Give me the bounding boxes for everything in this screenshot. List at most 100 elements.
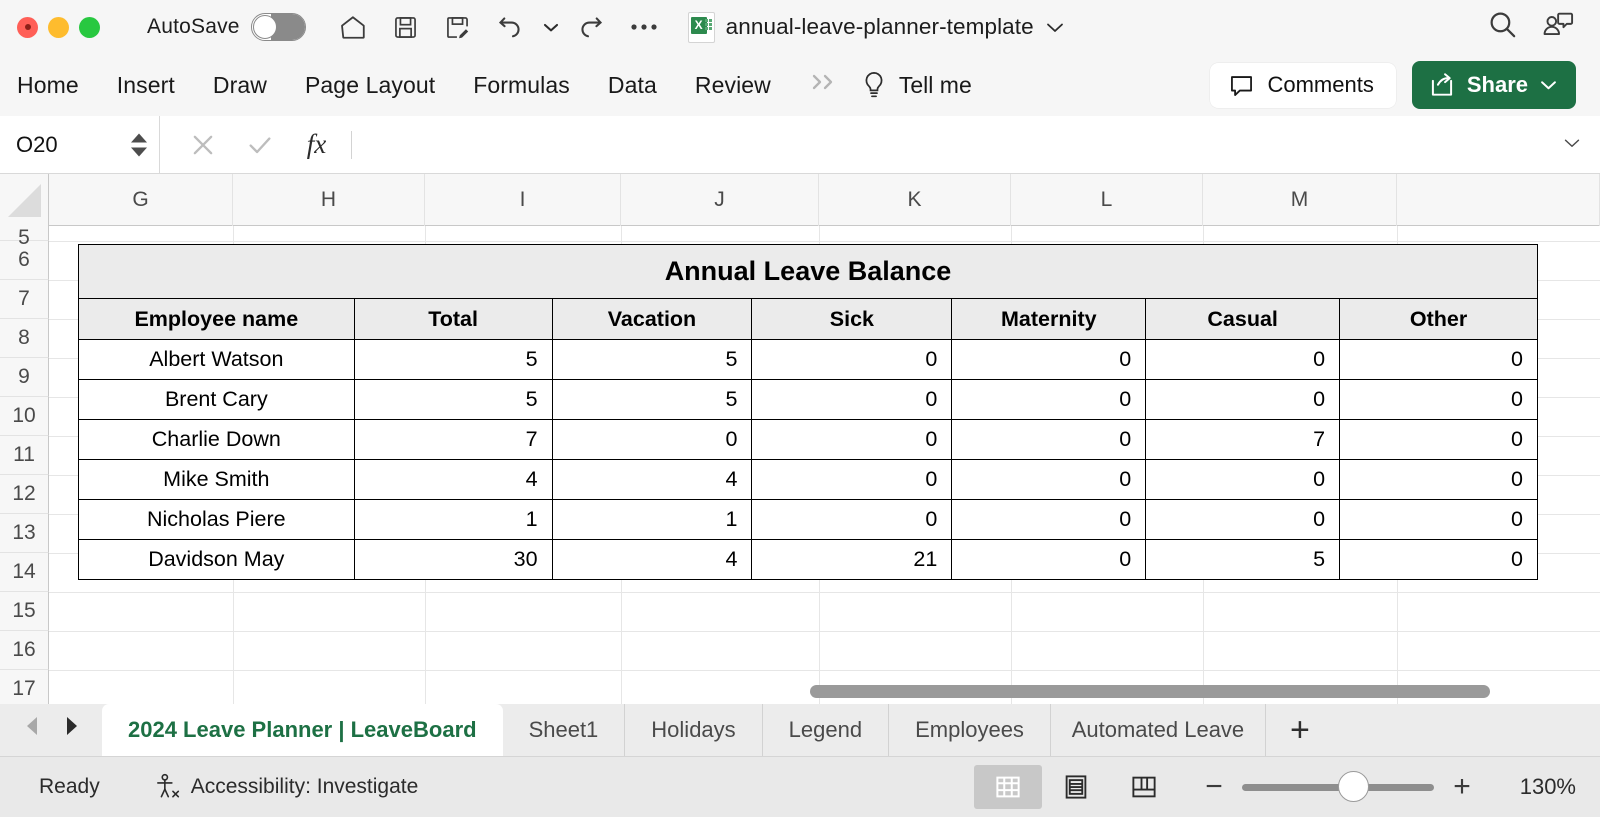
tab-formulas[interactable]: Formulas <box>473 68 570 103</box>
cell-total[interactable]: 5 <box>353 379 553 420</box>
save-as-icon[interactable] <box>432 5 484 49</box>
row-header-13[interactable]: 13 <box>0 514 49 553</box>
cell-maternity[interactable]: 0 <box>951 379 1147 420</box>
row-header-9[interactable]: 9 <box>0 358 49 397</box>
tab-home[interactable]: Home <box>17 68 79 103</box>
cell-employee-name[interactable]: Davidson May <box>78 539 355 580</box>
undo-dropdown-icon[interactable] <box>536 5 566 49</box>
cell-casual[interactable]: 7 <box>1145 419 1341 460</box>
column-header-J[interactable]: J <box>621 174 819 226</box>
cell-casual[interactable]: 0 <box>1145 339 1341 380</box>
cell-total[interactable]: 5 <box>353 339 553 380</box>
row-header-11[interactable]: 11 <box>0 436 49 475</box>
table-row[interactable]: Albert Watson 5 5 0 0 0 0 <box>78 339 1538 380</box>
name-box[interactable]: O20 <box>0 116 160 173</box>
close-window-button[interactable] <box>17 16 38 38</box>
page-break-view-icon[interactable] <box>1110 765 1178 809</box>
cell-total[interactable]: 4 <box>353 459 553 500</box>
column-header-L[interactable]: L <box>1011 174 1203 226</box>
cell-other[interactable]: 0 <box>1339 379 1538 420</box>
cell-area[interactable]: Annual Leave Balance Employee name Total… <box>49 226 1600 704</box>
cell-casual[interactable]: 0 <box>1145 499 1341 540</box>
sheet-tab-automated-leave[interactable]: Automated Leave <box>1051 704 1266 756</box>
add-sheet-button[interactable]: + <box>1266 704 1334 756</box>
tell-me-button[interactable]: Tell me <box>899 72 972 99</box>
maximize-window-button[interactable] <box>79 16 100 38</box>
column-header-G[interactable]: G <box>49 174 233 226</box>
autosave-toggle[interactable] <box>250 13 306 41</box>
column-header-H[interactable]: H <box>233 174 425 226</box>
sheet-tab-holidays[interactable]: Holidays <box>625 704 763 756</box>
sheet-tab-employees[interactable]: Employees <box>889 704 1051 756</box>
cell-maternity[interactable]: 0 <box>951 419 1147 460</box>
horizontal-scrollbar[interactable] <box>810 685 1490 698</box>
cell-vacation[interactable]: 4 <box>551 539 753 580</box>
cell-other[interactable]: 0 <box>1339 459 1538 500</box>
save-icon[interactable] <box>380 5 432 49</box>
comments-button[interactable]: Comments <box>1210 62 1396 108</box>
cell-total[interactable]: 30 <box>353 539 553 580</box>
ribbon-overflow-chevron-icon[interactable] <box>809 72 843 98</box>
table-row[interactable]: Charlie Down 7 0 0 0 7 0 <box>78 419 1538 460</box>
share-button[interactable]: Share <box>1411 61 1576 109</box>
cell-maternity[interactable]: 0 <box>951 499 1147 540</box>
cell-other[interactable]: 0 <box>1339 419 1538 460</box>
file-name-chip[interactable]: X annual-leave-planner-template <box>687 11 1065 43</box>
redo-icon[interactable] <box>566 5 618 49</box>
collaborators-icon[interactable] <box>1541 8 1574 46</box>
cell-other[interactable]: 0 <box>1339 539 1538 580</box>
lightbulb-icon[interactable] <box>861 70 887 100</box>
row-header-8[interactable]: 8 <box>0 319 49 358</box>
file-menu-chevron-down-icon[interactable] <box>1045 21 1065 34</box>
cell-vacation[interactable]: 1 <box>551 499 753 540</box>
sheet-tab-2024-leave-planner[interactable]: 2024 Leave Planner | LeaveBoard <box>102 704 503 756</box>
cell-maternity[interactable]: 0 <box>951 459 1147 500</box>
cell-total[interactable]: 7 <box>353 419 553 460</box>
cell-casual[interactable]: 5 <box>1145 539 1341 580</box>
cell-employee-name[interactable]: Albert Watson <box>78 339 355 380</box>
row-header-10[interactable]: 10 <box>0 397 49 436</box>
name-box-down-arrow-icon[interactable] <box>131 147 147 156</box>
next-sheet-arrow-icon[interactable] <box>62 715 82 742</box>
cell-casual[interactable]: 0 <box>1145 379 1341 420</box>
select-all-corner[interactable] <box>0 174 49 226</box>
zoom-slider[interactable] <box>1242 770 1434 802</box>
cell-maternity[interactable]: 0 <box>951 539 1147 580</box>
zoom-percent-label[interactable]: 130% <box>1494 774 1576 800</box>
formula-bar-expand-chevron-icon[interactable] <box>1562 136 1582 154</box>
cell-vacation[interactable]: 5 <box>551 379 753 420</box>
zoom-slider-handle[interactable] <box>1338 770 1369 802</box>
column-header-N[interactable] <box>1397 174 1600 226</box>
cell-sick[interactable]: 0 <box>751 499 953 540</box>
cell-employee-name[interactable]: Charlie Down <box>78 419 355 460</box>
cell-vacation[interactable]: 4 <box>551 459 753 500</box>
column-header-M[interactable]: M <box>1203 174 1397 226</box>
row-header-17[interactable]: 17 <box>0 670 49 704</box>
formula-input[interactable] <box>352 116 1562 173</box>
row-header-12[interactable]: 12 <box>0 475 49 514</box>
confirm-icon[interactable] <box>231 131 288 159</box>
zoom-in-button[interactable]: + <box>1450 772 1474 802</box>
home-icon[interactable] <box>328 5 380 49</box>
tab-insert[interactable]: Insert <box>117 68 175 103</box>
accessibility-status[interactable]: Accessibility: Investigate <box>154 773 418 801</box>
zoom-out-button[interactable]: − <box>1202 772 1226 802</box>
cell-other[interactable]: 0 <box>1339 339 1538 380</box>
cancel-icon[interactable] <box>174 131 231 159</box>
cell-total[interactable]: 1 <box>353 499 553 540</box>
cell-employee-name[interactable]: Nicholas Piere <box>78 499 355 540</box>
sheet-tab-sheet1[interactable]: Sheet1 <box>503 704 626 756</box>
tab-data[interactable]: Data <box>608 68 657 103</box>
tab-page-layout[interactable]: Page Layout <box>305 68 435 103</box>
spreadsheet-grid[interactable]: G H I J K L M 5 6 7 8 9 10 11 12 13 14 1… <box>0 174 1600 704</box>
cell-vacation[interactable]: 5 <box>551 339 753 380</box>
cell-maternity[interactable]: 0 <box>951 339 1147 380</box>
cell-casual[interactable]: 0 <box>1145 459 1341 500</box>
column-header-K[interactable]: K <box>819 174 1011 226</box>
table-row[interactable]: Mike Smith 4 4 0 0 0 0 <box>78 459 1538 500</box>
sheet-tab-legend[interactable]: Legend <box>763 704 890 756</box>
name-box-spinner[interactable] <box>131 133 147 156</box>
undo-icon[interactable] <box>484 5 536 49</box>
previous-sheet-arrow-icon[interactable] <box>22 715 42 742</box>
column-header-I[interactable]: I <box>425 174 621 226</box>
